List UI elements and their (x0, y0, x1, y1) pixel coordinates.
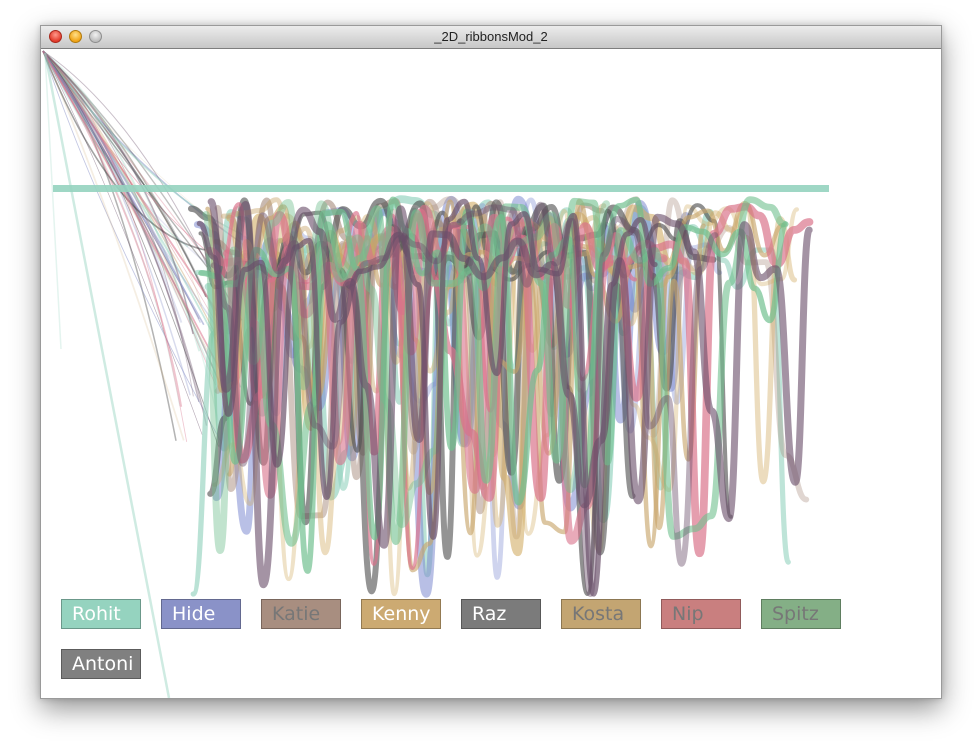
legend-button-spitz[interactable]: Spitz (761, 599, 841, 629)
legend-button-kosta[interactable]: Kosta (561, 599, 641, 629)
legend: Rohit Hide Katie Kenny Raz Kosta Nip Spitz Anton… (41, 49, 941, 698)
app-window: _2D_ribbonsMod_2 Rohit Hide Katie Kenny Raz K… (40, 25, 942, 699)
legend-button-hide[interactable]: Hide (161, 599, 241, 629)
sketch-canvas[interactable]: Rohit Hide Katie Kenny Raz Kosta Nip Spitz Anton… (41, 49, 941, 698)
window-title: _2D_ribbonsMod_2 (434, 29, 548, 44)
title-bar[interactable]: _2D_ribbonsMod_2 (41, 26, 941, 49)
legend-button-nip[interactable]: Nip (661, 599, 741, 629)
legend-button-rohit[interactable]: Rohit (61, 599, 141, 629)
legend-button-kenny[interactable]: Kenny (361, 599, 441, 629)
legend-button-katie[interactable]: Katie (261, 599, 341, 629)
legend-button-raz[interactable]: Raz (461, 599, 541, 629)
legend-button-antoni[interactable]: Antoni (61, 649, 141, 679)
